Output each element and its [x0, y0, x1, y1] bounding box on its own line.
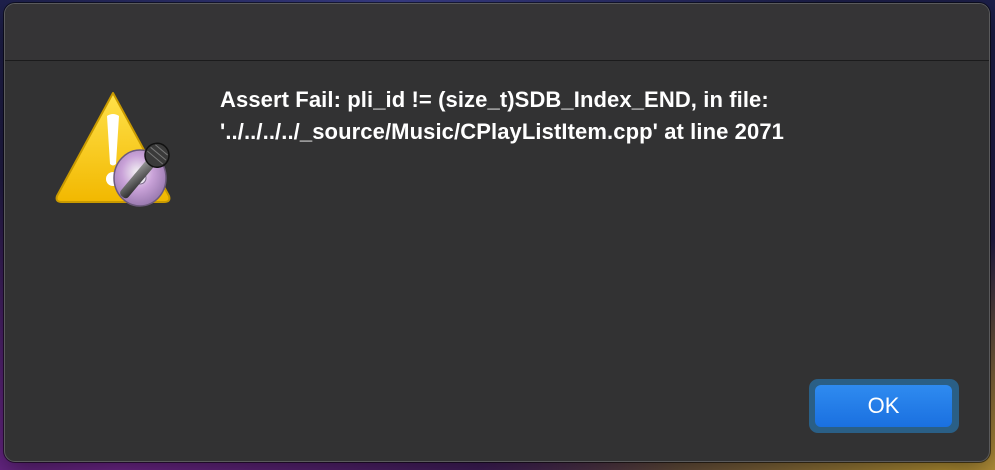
error-message: Assert Fail: pli_id != (size_t)SDB_Index…	[220, 84, 960, 148]
warning-microphone-icon	[52, 88, 174, 210]
alert-dialog: Assert Fail: pli_id != (size_t)SDB_Index…	[4, 3, 990, 462]
ok-button[interactable]: OK	[815, 385, 952, 427]
error-message-line-2: '../../../../_source/Music/CPlayListItem…	[220, 119, 785, 144]
error-message-line-1: Assert Fail: pli_id != (size_t)SDB_Index…	[220, 87, 769, 112]
dialog-titlebar[interactable]	[5, 4, 989, 61]
